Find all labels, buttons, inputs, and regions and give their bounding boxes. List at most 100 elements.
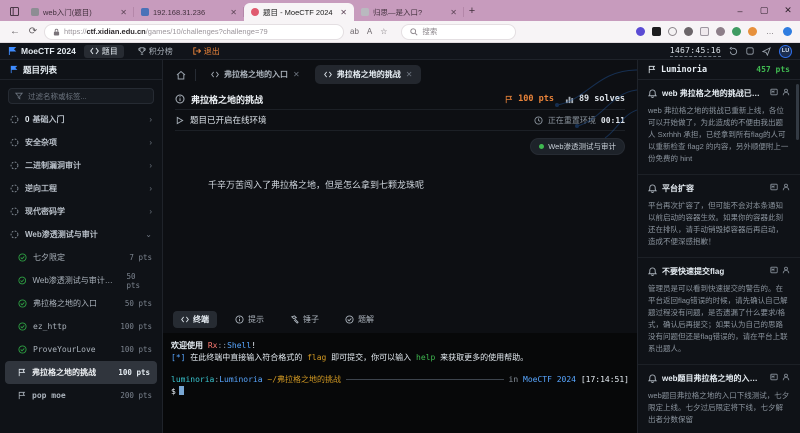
terminal[interactable]: 欢迎使用 Rx::Shell! [*] 在此终端中直接输入符合格式的 flag … <box>163 333 637 433</box>
nav-scoreboard[interactable]: 积分榜 <box>132 45 179 58</box>
new-tab-button[interactable]: + <box>464 3 480 19</box>
tab-hints[interactable]: 提示 <box>227 311 272 328</box>
split-screen-icon[interactable] <box>700 27 709 36</box>
close-icon[interactable]: ✕ <box>293 70 300 79</box>
browser-tab-active[interactable]: 题目 - MoeCTF 2024 ✕ <box>244 3 354 21</box>
browser-tab[interactable]: 192.168.31.236 ✕ <box>134 3 244 21</box>
category-web[interactable]: Web渗透测试与审计 ⌄ <box>0 223 162 246</box>
tab-writeup[interactable]: 题解 <box>337 311 382 328</box>
tab-close-icon[interactable]: ✕ <box>120 8 127 17</box>
divider <box>346 379 504 381</box>
more-menu-icon[interactable]: … <box>764 27 776 36</box>
challenge-title-row: 弗拉格之地的挑战 100 pts 89 solves <box>175 89 625 110</box>
browser-tab[interactable]: web入门(题目) ✕ <box>24 3 134 21</box>
search-icon <box>410 27 418 36</box>
extensions-row: … <box>636 27 792 36</box>
browser-tab-title: 归思—是入口? <box>373 7 423 17</box>
history-icon[interactable] <box>729 46 738 56</box>
challenge-item[interactable]: Web渗透测试与审计入门指... 50 pts <box>0 269 162 292</box>
avatar[interactable]: LU <box>779 44 792 58</box>
search-placeholder: 搜索 <box>422 27 438 36</box>
read-aloud-icon[interactable]: A <box>365 27 374 36</box>
category-reverse[interactable]: 逆向工程 › <box>0 177 162 200</box>
home-icon[interactable] <box>173 67 189 83</box>
tab-close-icon[interactable]: ✕ <box>230 8 237 17</box>
announcement[interactable]: web题目弗拉格之地的入口下线测… web题目弗拉格之地的入口下线测试，七夕限定… <box>638 365 800 433</box>
logo-icon <box>8 46 17 56</box>
filter-input[interactable]: 过滤名称或标签... <box>8 88 154 104</box>
open-challenge-tab[interactable]: 弗拉格之地的入口 ✕ <box>202 65 309 84</box>
category-pwn[interactable]: 二进制漏洞审计 › <box>0 154 162 177</box>
tab-close-icon[interactable]: ✕ <box>450 8 457 17</box>
challenge-tabbar: 弗拉格之地的入口 ✕ 弗拉格之地的挑战 ✕ <box>163 60 637 89</box>
terminal-input-line[interactable]: $ <box>171 386 629 398</box>
close-icon[interactable]: ✕ <box>406 70 413 79</box>
check-circle-icon <box>18 322 27 331</box>
challenge-solves: 89 solves <box>578 94 625 104</box>
search-box[interactable]: 搜索 <box>401 23 517 40</box>
announcement[interactable]: 平台扩容 平台再次扩容了，但可能不会对本条通知以前启动的容器生效。如果你的容器此… <box>638 175 800 258</box>
browser-tab[interactable]: 归思—是入口? ✕ <box>354 3 464 21</box>
tab-terminal[interactable]: 终端 <box>173 311 217 328</box>
nav-challenges[interactable]: 题目 <box>83 44 124 58</box>
plane-icon[interactable] <box>762 46 771 56</box>
copilot-icon[interactable] <box>783 27 792 36</box>
reader-icon[interactable]: ab <box>348 27 361 36</box>
category-tag[interactable]: Web渗透测试与审计 <box>530 138 625 155</box>
challenge-item[interactable]: ez_http 100 pts <box>0 315 162 338</box>
challenge-item[interactable]: 七夕限定 7 pts <box>0 246 162 269</box>
nav-logout[interactable]: 退出 <box>187 45 226 58</box>
favorites-icon[interactable] <box>716 27 725 36</box>
status-dot <box>539 144 545 149</box>
challenge-item[interactable]: pop moe 200 pts <box>0 384 162 407</box>
team-points: 457 pts <box>756 65 790 74</box>
extension-icon[interactable] <box>636 27 645 36</box>
favorite-star-icon[interactable]: ☆ <box>378 27 389 36</box>
browser-tabstrip: web入门(题目) ✕ 192.168.31.236 ✕ 题目 - MoeCTF… <box>0 0 800 21</box>
refresh-icon[interactable]: ⟳ <box>26 26 40 37</box>
tab-close-icon[interactable]: ✕ <box>340 8 347 17</box>
extension-icon[interactable] <box>668 27 677 36</box>
challenge-item[interactable]: 弗拉格之地的入口 50 pts <box>0 292 162 315</box>
category-crypto[interactable]: 现代密码学 › <box>0 200 162 223</box>
announcement[interactable]: web 弗拉格之地的挑战已重新上线 web 弗拉格之地的挑战已重新上线，各位可以… <box>638 80 800 175</box>
check-circle-icon <box>18 345 27 354</box>
chevron-right-icon: › <box>149 138 152 147</box>
tab-actions-icon[interactable] <box>6 3 22 19</box>
author-icon <box>782 266 790 274</box>
minimize-button[interactable]: – <box>728 0 752 21</box>
category-icon <box>10 184 19 193</box>
check-circle-icon <box>345 315 354 324</box>
bar-chart-icon <box>565 96 574 103</box>
panel-tabbar: 终端 提示 锤子 题解 <box>163 306 637 333</box>
environment-timer-label: 正在重置环境 <box>547 115 596 125</box>
tab-hammer[interactable]: 锤子 <box>282 311 327 328</box>
category-basics[interactable]: 0 基础入门 › <box>0 108 162 131</box>
browser-tab-title: 192.168.31.236 <box>153 7 206 17</box>
extension-icon[interactable] <box>732 27 741 36</box>
close-window-button[interactable]: ✕ <box>776 0 800 21</box>
extension-icon[interactable] <box>684 27 693 36</box>
announcement[interactable]: 不要快速提交flag 管理员是可以看到快速提交的警告的。在平台返回flag错误的… <box>638 258 800 365</box>
brand[interactable]: MoeCTF 2024 <box>8 46 76 56</box>
category-icon <box>10 161 19 170</box>
challenge-item-selected[interactable]: 弗拉格之地的挑战 100 pts <box>5 361 157 384</box>
scrollbar[interactable] <box>796 84 799 140</box>
address-bar[interactable]: https://ctf.xidian.edu.cn/games/10/chall… <box>44 23 344 40</box>
ctf-app: MoeCTF 2024 题目 积分榜 退出 1467:45:16 LU 题目列表… <box>0 43 800 433</box>
maximize-button[interactable]: ▢ <box>752 0 776 21</box>
app-header: MoeCTF 2024 题目 积分榜 退出 1467:45:16 LU <box>0 43 800 60</box>
open-challenge-tab-active[interactable]: 弗拉格之地的挑战 ✕ <box>314 65 422 84</box>
challenge-item[interactable]: ProveYourLove 100 pts <box>0 338 162 361</box>
markdown-icon <box>770 88 778 96</box>
environment-row[interactable]: 题目已开启在线环境 正在重置环境 00:11 <box>175 110 625 131</box>
category-misc[interactable]: 安全杂项 › <box>0 131 162 154</box>
back-icon[interactable]: ← <box>8 26 22 37</box>
extension-icon[interactable] <box>652 27 661 36</box>
theme-icon[interactable] <box>746 47 754 55</box>
terminal-info-line: [*] 在此终端中直接输入符合格式的 flag 即可提交，你可以输入 help … <box>171 353 529 363</box>
clock-icon <box>534 115 543 125</box>
browser-chrome: web入门(题目) ✕ 192.168.31.236 ✕ 题目 - MoeCTF… <box>0 0 800 43</box>
announcement-sidebar: Luminoria 457 pts web 弗拉格之地的挑战已重新上线 web … <box>637 60 800 433</box>
extension-icon[interactable] <box>748 27 757 36</box>
